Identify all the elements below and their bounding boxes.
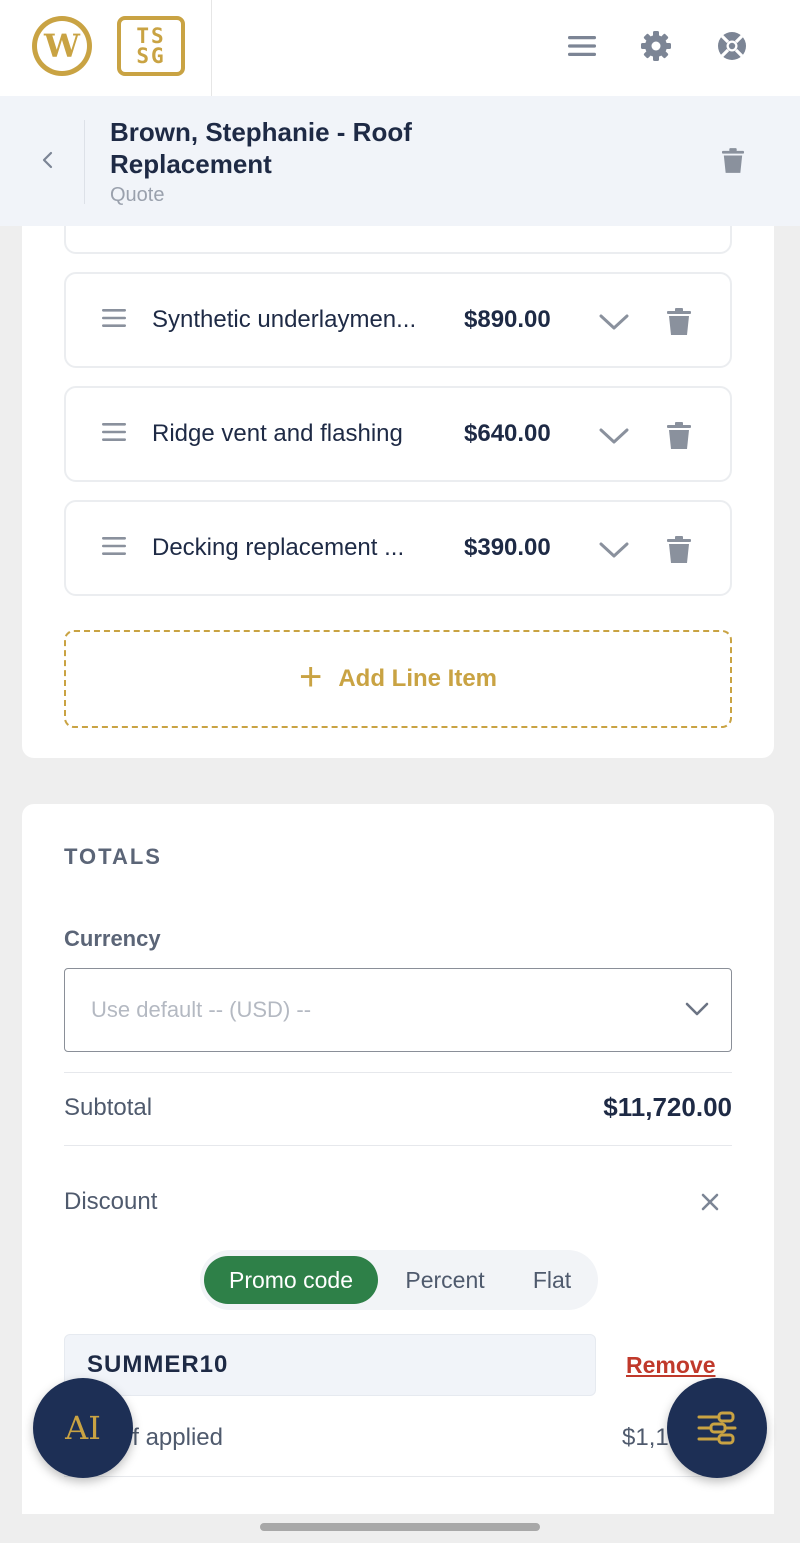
add-line-item-button[interactable]: + Add Line Item — [64, 630, 732, 728]
line-item-price: $640.00 — [464, 420, 551, 447]
plus-icon: + — [298, 655, 323, 699]
tssg-logo-line2: SG — [136, 44, 166, 68]
page-subtitle: Quote — [110, 184, 165, 206]
chevron-down-icon[interactable] — [596, 418, 632, 454]
subtotal-value: $11,720.00 — [603, 1092, 732, 1122]
promo-code-field[interactable]: SUMMER10 — [64, 1334, 596, 1396]
line-item[interactable]: Synthetic underlaymen... $890.00 — [64, 272, 732, 368]
ai-assistant-button[interactable]: AI — [33, 1378, 133, 1478]
line-item[interactable]: Decking replacement ... $390.00 — [64, 500, 732, 596]
trash-icon[interactable] — [662, 418, 696, 454]
actions-menu-button[interactable] — [667, 1378, 767, 1478]
sliders-menu-icon — [697, 1411, 737, 1445]
divider — [64, 1072, 732, 1073]
chevron-down-icon[interactable] — [596, 304, 632, 340]
subtotal-label: Subtotal — [64, 1094, 153, 1121]
line-item-price: $890.00 — [464, 306, 551, 333]
divider — [64, 1476, 732, 1477]
page-title: Brown, Stephanie - Roof Replacement — [110, 117, 412, 179]
discount-applied-label: ff applied — [126, 1424, 223, 1451]
currency-select[interactable]: Use default -- (USD) -- — [64, 968, 732, 1052]
tssg-logo[interactable]: TS SG — [117, 16, 185, 76]
divider — [64, 1145, 732, 1146]
back-chevron-icon[interactable] — [30, 142, 66, 178]
top-divider — [211, 0, 212, 96]
delete-trash-icon[interactable] — [716, 144, 750, 178]
record-header: Brown, Stephanie - Roof Replacement Quot… — [0, 96, 800, 226]
top-bar: W TS SG — [0, 0, 800, 96]
remove-promo-link[interactable]: Remove — [626, 1352, 715, 1379]
drag-handle-icon[interactable] — [100, 534, 128, 558]
wordpress-logo-letter: W — [37, 21, 87, 71]
drag-handle-icon[interactable] — [100, 420, 128, 444]
close-icon[interactable] — [692, 1184, 728, 1220]
trash-icon[interactable] — [662, 532, 696, 568]
totals-heading: TOTALS — [64, 844, 162, 869]
totals-card: TOTALS Currency Use default -- (USD) -- … — [22, 804, 774, 1514]
line-items-card: Synthetic underlaymen... $890.00 Ridge v… — [22, 226, 774, 758]
line-item-price: $390.00 — [464, 534, 551, 561]
discount-label: Discount — [64, 1188, 158, 1215]
chevron-down-icon[interactable] — [596, 532, 632, 568]
discount-type-toggle: Promo code Percent Flat — [200, 1250, 598, 1310]
header-divider — [84, 120, 85, 204]
trash-icon[interactable] — [662, 304, 696, 340]
gear-icon[interactable] — [638, 28, 674, 64]
chevron-down-icon — [681, 993, 713, 1025]
tab-promo-code[interactable]: Promo code — [204, 1256, 378, 1304]
currency-label: Currency — [64, 926, 161, 951]
menu-icon[interactable] — [564, 28, 600, 64]
line-item-partial — [64, 226, 732, 254]
line-item-name: Synthetic underlaymen... — [152, 306, 417, 333]
currency-select-value: Use default -- (USD) -- — [91, 997, 312, 1022]
tssg-logo-line1: TS — [136, 24, 166, 48]
line-item-name: Decking replacement ... — [152, 534, 405, 561]
line-item-name: Ridge vent and flashing — [152, 420, 403, 447]
tab-flat[interactable]: Flat — [512, 1256, 592, 1304]
home-indicator — [260, 1523, 540, 1531]
help-lifebuoy-icon[interactable] — [714, 28, 750, 64]
drag-handle-icon[interactable] — [100, 306, 128, 330]
wordpress-logo[interactable]: W — [32, 16, 92, 76]
add-line-item-label: Add Line Item — [338, 665, 498, 692]
tab-percent[interactable]: Percent — [382, 1256, 508, 1304]
line-item[interactable]: Ridge vent and flashing $640.00 — [64, 386, 732, 482]
